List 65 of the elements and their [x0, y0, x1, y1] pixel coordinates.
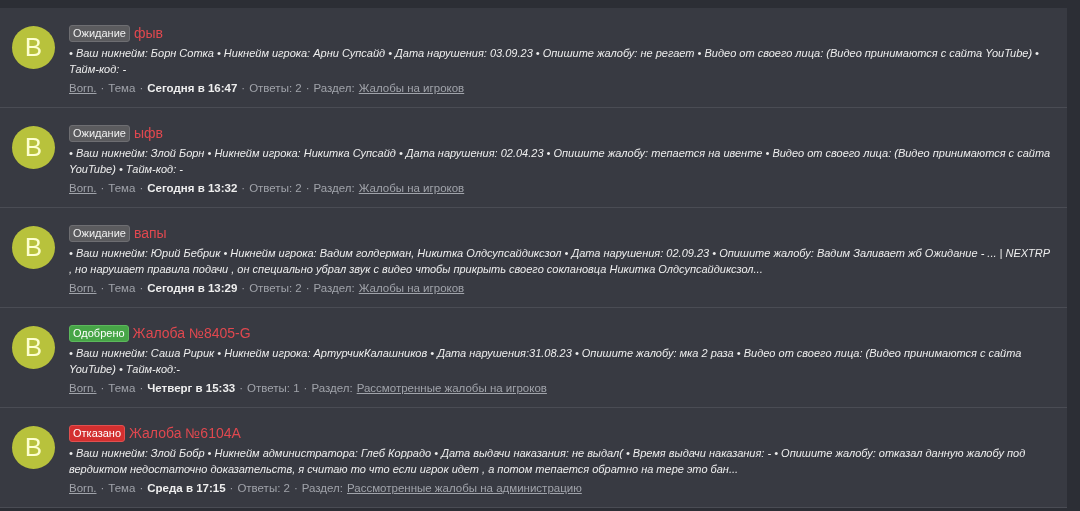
separator-dot: ·	[305, 281, 310, 296]
reply-count: Ответы: 2	[249, 181, 302, 196]
status-badge: Ожидание	[69, 224, 130, 242]
thread-date: Среда в 17:15	[147, 481, 226, 496]
thread-title[interactable]: Жалоба №6104A	[129, 424, 241, 442]
separator-dot: ·	[241, 281, 246, 296]
separator-dot: ·	[100, 381, 105, 396]
reply-count: Ответы: 2	[249, 281, 302, 296]
thread-snippet: • Ваш никнейм: Борн Сотка • Никнейм игрока: Арни Супсайд • Дата нарушения: 03.09.23 • Опишите жалобу: не регает • Видео от своего лица: (Видео принимаются с сайта YouTube) • Тайм-код: -	[69, 46, 1040, 77]
separator-dot: ·	[139, 381, 144, 396]
thread-title[interactable]: Жалоба №8405-G	[132, 324, 251, 342]
author-link[interactable]: Born.	[69, 480, 97, 496]
reply-count: Ответы: 1	[247, 381, 300, 396]
status-badge: Одобрено	[69, 324, 129, 342]
author-link[interactable]: Born.	[69, 380, 97, 396]
section-label: Раздел:	[311, 381, 353, 396]
separator-dot: ·	[293, 481, 298, 496]
separator-dot: ·	[100, 481, 105, 496]
thread-title[interactable]: вапы	[133, 224, 167, 242]
thread-date: Четверг в 15:33	[147, 381, 236, 396]
separator-dot: ·	[303, 381, 308, 396]
section-label: Раздел:	[301, 481, 343, 496]
separator-dot: ·	[100, 181, 105, 196]
author-link[interactable]: Born.	[69, 180, 97, 196]
separator-dot: ·	[139, 481, 144, 496]
separator-dot: ·	[139, 81, 144, 96]
separator-dot: ·	[229, 481, 234, 496]
reply-count: Ответы: 2	[237, 481, 290, 496]
thread-title[interactable]: фыв	[133, 24, 163, 42]
section-link[interactable]: Рассмотренные жалобы на администрацию	[347, 480, 582, 496]
status-badge: Ожидание	[69, 124, 130, 142]
thread-snippet: • Ваш никнейм: Юрий Бебрик • Никнейм игрока: Вадим голдерман, Никитка Олдсупсайдиксзол • Дата нарушения: 02.09.23 • Опишите жалобу: Вадим Заливает жб Ожидание - ... | NEXTRP , но нарушает правила подачи , он специально убрал звук с видео чтобы прикрыть своего соклановца Никитка Олдсупсайдиксзол...	[69, 246, 1051, 277]
reply-count: Ответы: 2	[249, 81, 302, 96]
section-link[interactable]: Жалобы на игроков	[358, 180, 465, 196]
section-label: Раздел:	[313, 81, 355, 96]
thread-snippet: • Ваш никнейм: Злой Борн • Никнейм игрока: Никитка Супсайд • Дата нарушения: 02.04.23 • Опишите жалобу: тепается на ивенте • Видео от своего лица: (Видео принимаются с сайта YouTube) • Тайм-код: -	[69, 146, 1052, 177]
section-link[interactable]: Жалобы на игроков	[358, 280, 465, 296]
separator-dot: ·	[100, 81, 105, 96]
status-badge: Отказано	[69, 424, 125, 442]
separator-dot: ·	[241, 181, 246, 196]
separator-dot: ·	[239, 381, 244, 396]
author-link[interactable]: Born.	[69, 80, 97, 96]
thread-type: Тема	[108, 481, 136, 496]
section-label: Раздел:	[313, 181, 355, 196]
separator-dot: ·	[305, 181, 310, 196]
thread-date: Сегодня в 16:47	[147, 81, 238, 96]
thread-title[interactable]: ыфв	[133, 124, 163, 142]
section-link[interactable]: Жалобы на игроков	[358, 80, 465, 96]
thread-type: Тема	[108, 381, 136, 396]
status-badge: Ожидание	[69, 24, 130, 42]
thread-snippet: • Ваш никнейм: Саша Ририк • Никнейм игрока: АртурчикКалашников • Дата нарушения:31.08.23 • Опишите жалобу: мка 2 раза • Видео от своего лица: (Видео принимаются с сайта YouTube) • Тайм-код:-	[69, 346, 1023, 377]
thread-type: Тема	[108, 281, 136, 296]
author-link[interactable]: Born.	[69, 280, 97, 296]
thread-type: Тема	[108, 181, 136, 196]
separator-dot: ·	[241, 81, 246, 96]
thread-type: Тема	[108, 81, 136, 96]
separator-dot: ·	[305, 81, 310, 96]
separator-dot: ·	[139, 181, 144, 196]
thread-date: Сегодня в 13:29	[147, 281, 238, 296]
thread-snippet: • Ваш никнейм: Злой Бобр • Никнейм администратора: Глеб Коррадо • Дата выдачи наказания: не выдал( • Время выдачи наказания: - • Опишите жалобу: отказал данную жалобу под вердиктом недостаточно доказательств, я считаю то что если игрок идет , а потом тепается обратно на тере это бан...	[69, 446, 1027, 477]
separator-dot: ·	[139, 281, 144, 296]
section-label: Раздел:	[313, 281, 355, 296]
thread-date: Сегодня в 13:32	[147, 181, 238, 196]
separator-dot: ·	[100, 281, 105, 296]
section-link[interactable]: Рассмотренные жалобы на игроков	[356, 380, 547, 396]
